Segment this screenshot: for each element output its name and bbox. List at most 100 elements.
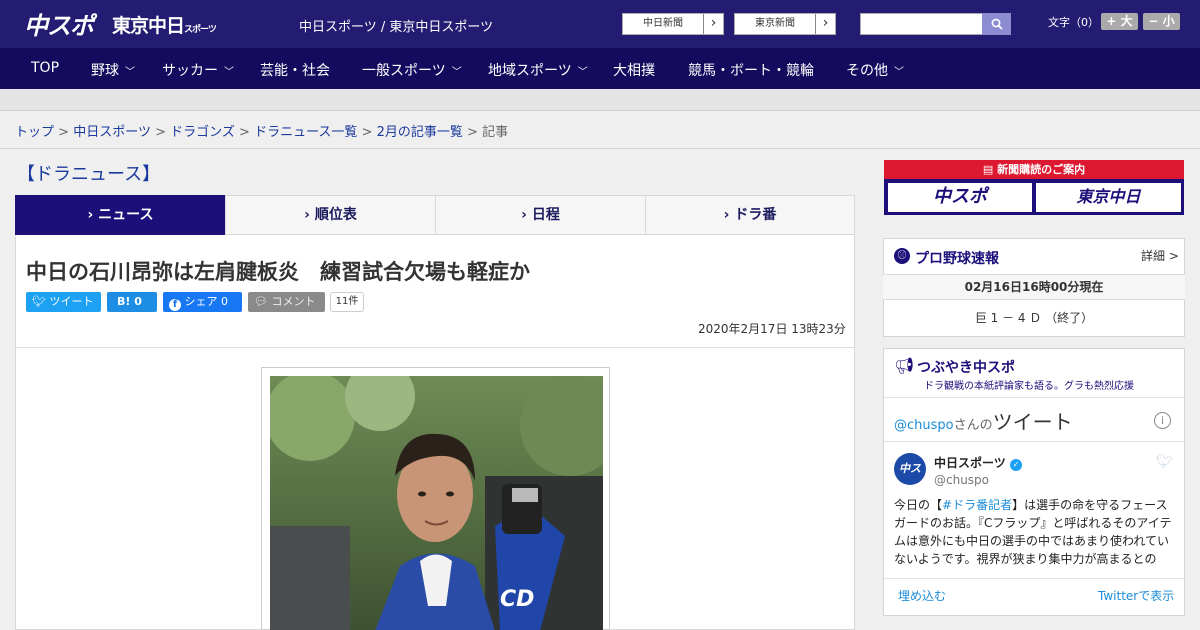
nav-item-racing[interactable]: 競馬・ボート・競輪 xyxy=(688,60,814,80)
tokyo-logo-text: 東京中日 xyxy=(112,15,185,37)
nav-item-label: その他 xyxy=(846,63,888,79)
nav-item-local-sports[interactable]: 地域スポーツ ﹀ xyxy=(488,60,588,80)
tab-standings[interactable]: › 順位表 xyxy=(225,195,436,235)
breadcrumb-current: 記事 xyxy=(482,125,509,140)
tweet-hashtag-link[interactable]: #ドラ番記者 xyxy=(942,498,1012,512)
baseball-widget-title: プロ野球速報 xyxy=(915,251,999,267)
embed-link[interactable]: 埋め込む xyxy=(898,587,946,604)
article-title: 中日の石川昂弥は左肩腱板炎 練習試合欠場も軽症か xyxy=(26,260,530,284)
font-larger-button[interactable]: + 大 xyxy=(1101,13,1138,30)
search-button[interactable] xyxy=(982,13,1011,35)
view-on-twitter-link[interactable]: Twitterで表示 xyxy=(1098,587,1174,604)
nav-item-sumo[interactable]: 大相撲 xyxy=(613,60,655,80)
site-name: 中日スポーツ / 東京中日スポーツ xyxy=(299,20,494,35)
tweet-label: ツイート xyxy=(49,295,94,308)
nav-item-soccer[interactable]: サッカー ﹀ xyxy=(162,60,234,80)
facebook-share-button[interactable]: f シェア 0 xyxy=(163,292,242,312)
info-icon[interactable]: i xyxy=(1154,412,1171,429)
nav-item-top[interactable]: TOP xyxy=(31,60,59,76)
share-label: シェア 0 xyxy=(184,295,229,308)
baseball-detail-link[interactable]: 詳細 > xyxy=(1141,247,1179,264)
chevron-right-icon: › xyxy=(815,14,835,34)
tokyo-shimbun-link[interactable]: 東京新聞 › xyxy=(734,13,836,35)
breadcrumb-chunichi-sports[interactable]: 中日スポーツ xyxy=(73,125,151,140)
baseball-icon: ⚾︎ xyxy=(894,248,910,264)
verified-badge-icon: ✓ xyxy=(1009,459,1022,471)
speech-bubble-icon: 💬︎ xyxy=(254,295,268,308)
megaphone-icon: 📢︎ xyxy=(894,356,915,375)
subscribe-tokyo-logo[interactable]: 東京中日 xyxy=(1036,183,1181,212)
chevron-down-icon: ﹀ xyxy=(451,67,462,78)
ad-strip xyxy=(0,89,1200,111)
tokyo-logo-small: スポーツ xyxy=(184,25,217,35)
subscribe-heading: ▤ 新聞購読のご案内 xyxy=(884,160,1184,179)
search-icon xyxy=(991,18,1003,30)
tokyo-chunichi-logo[interactable]: 東京中日スポーツ xyxy=(112,11,217,38)
tweet-author-id[interactable]: @chuspo xyxy=(934,473,989,487)
twitter-bird-icon[interactable]: 🐦︎ xyxy=(1156,454,1174,470)
tweet-button[interactable]: 🐦︎ ツイート xyxy=(26,292,101,312)
breadcrumb-sep: > xyxy=(467,125,478,140)
tab-news[interactable]: › ニュース xyxy=(15,195,226,235)
nav-item-label: 野球 xyxy=(91,63,119,79)
comment-button[interactable]: 💬︎ コメント xyxy=(248,292,325,312)
comment-count-badge[interactable]: 11件 xyxy=(330,292,364,312)
baseball-date: 02月16日16時00分現在 xyxy=(883,274,1185,300)
comment-label: コメント xyxy=(271,295,316,308)
chunichi-link-label: 中日新聞 xyxy=(643,18,683,29)
svg-text:CD: CD xyxy=(500,587,534,612)
chevron-right-icon: › xyxy=(703,14,723,34)
timeline-handle-link[interactable]: @chuspo xyxy=(894,418,954,433)
breadcrumb-month-list[interactable]: 2月の記事一覧 xyxy=(377,125,463,140)
twitter-widget-subtitle: ドラ観戦の本紙評論家も語る。グラも熱烈応援 xyxy=(924,381,1134,392)
breadcrumb-sep: > xyxy=(155,125,166,140)
tab-label: ニュース xyxy=(98,207,154,223)
tweet-text: 今日の【#ドラ番記者】は選手の命を守るフェースガードのお話。『Cフラップ』と呼ば… xyxy=(894,496,1176,568)
newspaper-icon: ▤ xyxy=(982,163,998,176)
nav-item-baseball[interactable]: 野球 ﹀ xyxy=(91,60,135,80)
chevron-right-icon: › xyxy=(521,207,532,223)
nav-item-label: 芸能・社会 xyxy=(260,63,330,79)
divider xyxy=(0,148,1200,149)
nav-item-other[interactable]: その他 ﹀ xyxy=(846,60,904,80)
chevron-down-icon: ﹀ xyxy=(224,67,234,78)
breadcrumb-sep: > xyxy=(58,125,70,140)
tokyo-link-label: 東京新聞 xyxy=(755,18,795,29)
nav-item-label: サッカー xyxy=(162,63,218,79)
tab-schedule[interactable]: › 日程 xyxy=(435,195,646,235)
player-photo[interactable]: CD xyxy=(270,376,603,630)
breadcrumb-news-list[interactable]: ドラニュース一覧 xyxy=(254,125,357,140)
chevron-down-icon: ﹀ xyxy=(894,67,904,78)
chevron-right-icon: › xyxy=(304,207,315,223)
breadcrumb-sep: > xyxy=(239,125,250,140)
chuspo-logo[interactable]: 中スポ xyxy=(24,6,94,41)
nav-item-label: 競馬・ボート・競輪 xyxy=(688,63,814,79)
breadcrumb-top[interactable]: トップ xyxy=(15,125,54,140)
breadcrumb-dragons[interactable]: ドラゴンズ xyxy=(170,125,235,140)
font-smaller-button[interactable]: − 小 xyxy=(1143,13,1180,30)
nav-item-entertainment[interactable]: 芸能・社会 xyxy=(260,60,330,80)
nav-item-general-sports[interactable]: 一般スポーツ ﹀ xyxy=(362,60,462,80)
twitter-bird-icon: 🐦︎ xyxy=(32,295,46,308)
tweet-author-name[interactable]: 中日スポーツ ✓ xyxy=(934,454,1022,471)
breadcrumb: トップ > 中日スポーツ > ドラゴンズ > ドラニュース一覧 > 2月の記事一… xyxy=(15,121,508,140)
tab-label: 順位表 xyxy=(314,207,357,223)
divider xyxy=(16,347,854,348)
hatena-bookmark-button[interactable]: B! 0 xyxy=(107,292,157,312)
game-score[interactable]: 巨 1 － 4 Ｄ （終了） xyxy=(883,309,1185,326)
nav-item-label: 地域スポーツ xyxy=(488,63,572,79)
tab-doraban[interactable]: › ドラ番 xyxy=(645,195,855,235)
timeline-handle-suffix: さんの xyxy=(953,418,993,433)
subscribe-chuspo-logo[interactable]: 中スポ xyxy=(888,183,1032,212)
main-nav: TOP 野球 ﹀ サッカー ﹀ 芸能・社会 一般スポーツ ﹀ 地域スポーツ ﹀ 大相撲 … xyxy=(0,48,1200,89)
timeline-tweets-label: ツイート xyxy=(992,410,1073,434)
player-photo-image: CD xyxy=(270,376,603,630)
twitter-widget-title: つぶやき中スポ xyxy=(917,360,1015,376)
chevron-down-icon: ﹀ xyxy=(125,67,135,78)
section-title: 【ドラニュース】 xyxy=(17,164,161,185)
chevron-right-icon: › xyxy=(723,207,735,223)
nav-item-label: 一般スポーツ xyxy=(362,63,446,79)
avatar[interactable]: 中スポ xyxy=(894,453,926,507)
chunichi-shimbun-link[interactable]: 中日新聞 › xyxy=(622,13,724,35)
breadcrumb-sep: > xyxy=(361,125,373,140)
